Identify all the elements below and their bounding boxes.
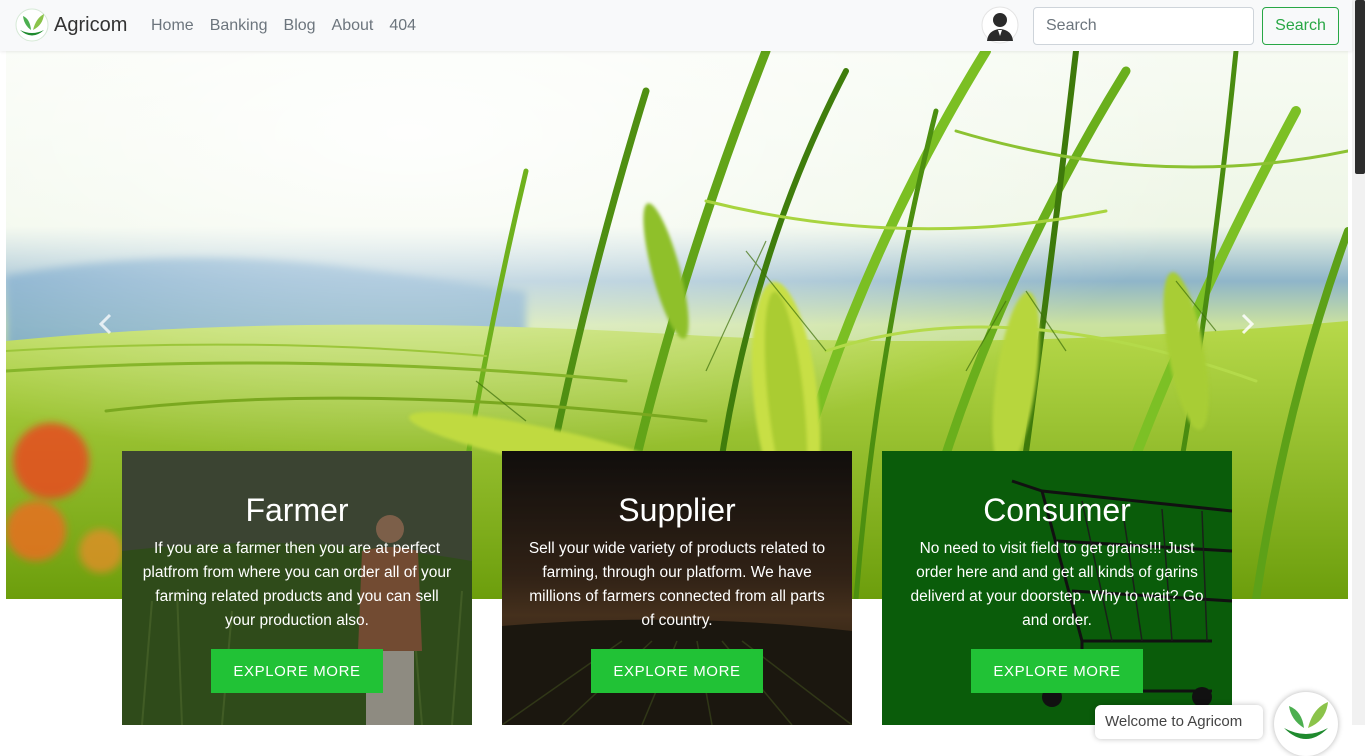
farmer-card-text: If you are a farmer then you are at perf…: [142, 540, 452, 629]
chat-greeting[interactable]: Welcome to Agricom: [1095, 705, 1263, 739]
farmer-card: Farmer If you are a farmer then you are …: [122, 451, 472, 725]
nav-item-404[interactable]: 404: [389, 17, 416, 35]
nav-links: Home Banking Blog About 404: [151, 0, 432, 51]
consumer-card: Consumer No need to visit field to get g…: [882, 451, 1232, 725]
supplier-card: Supplier Sell your wide variety of produ…: [502, 451, 852, 725]
leaf-logo-icon: [15, 8, 49, 42]
supplier-explore-button[interactable]: EXPLORE MORE: [591, 649, 763, 693]
nav-item-about[interactable]: About: [332, 17, 374, 35]
chevron-left-icon[interactable]: [91, 309, 121, 339]
search-button[interactable]: Search: [1262, 7, 1339, 45]
brand-link[interactable]: Agricom: [15, 8, 127, 42]
nav-item-home[interactable]: Home: [151, 17, 194, 35]
chevron-right-icon[interactable]: [1232, 309, 1262, 339]
consumer-card-content: Consumer No need to visit field to get g…: [882, 451, 1232, 725]
scrollbar-thumb[interactable]: [1355, 0, 1365, 174]
user-avatar-icon[interactable]: [981, 6, 1019, 44]
nav-item-banking[interactable]: Banking: [210, 17, 268, 35]
consumer-card-text: No need to visit field to get grains!!! …: [910, 540, 1204, 629]
supplier-card-text: Sell your wide variety of products relat…: [528, 540, 826, 629]
nav-item-blog[interactable]: Blog: [284, 17, 316, 35]
navbar: Agricom Home Banking Blog About 404 Sear…: [0, 0, 1352, 51]
supplier-card-title: Supplier: [618, 492, 736, 528]
search-input[interactable]: [1033, 7, 1254, 45]
farmer-card-content: Farmer If you are a farmer then you are …: [122, 451, 472, 725]
consumer-explore-button[interactable]: EXPLORE MORE: [971, 649, 1143, 693]
chat-logo-icon[interactable]: [1274, 692, 1338, 756]
farmer-card-title: Farmer: [245, 492, 349, 528]
supplier-card-content: Supplier Sell your wide variety of produ…: [502, 451, 852, 725]
brand-name: Agricom: [54, 13, 128, 36]
consumer-card-title: Consumer: [983, 492, 1131, 528]
farmer-explore-button[interactable]: EXPLORE MORE: [211, 649, 383, 693]
